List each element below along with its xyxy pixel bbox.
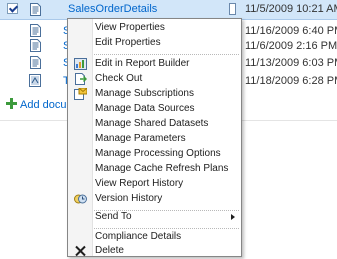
context-menu: View Properties Edit Properties Edit in …	[67, 18, 242, 257]
menu-item-label: Edit in Report Builder	[95, 58, 190, 69]
menu-item-label: Manage Parameters	[95, 133, 186, 144]
report-document-icon	[30, 39, 41, 52]
row-modified: 11/13/2009 6:03 PM	[245, 57, 337, 69]
row-modified: 11/5/2009 10:21 AM	[245, 3, 337, 15]
check-out-icon	[75, 73, 87, 85]
menu-item-manage-data-sources[interactable]: Manage Data Sources	[68, 102, 241, 116]
row-modified: 11/16/2009 6:40 PM	[245, 25, 337, 37]
edit-menu-trigger[interactable]	[229, 3, 236, 15]
menu-item-label: Manage Cache Refresh Plans	[95, 163, 229, 174]
subscriptions-icon	[74, 88, 87, 100]
report-builder-document-icon	[29, 74, 41, 87]
menu-item-manage-cache-refresh-plans[interactable]: Manage Cache Refresh Plans	[68, 162, 241, 176]
row-modified: 11/6/2009 2:16 PM	[245, 40, 337, 52]
menu-item-edit-properties[interactable]: Edit Properties	[68, 36, 241, 50]
menu-item-manage-processing-options[interactable]: Manage Processing Options	[68, 147, 241, 161]
menu-item-label: View Properties	[95, 22, 165, 33]
menu-item-label: Manage Processing Options	[95, 148, 221, 159]
report-document-icon	[30, 3, 41, 16]
menu-item-label: Send To	[95, 211, 132, 222]
menu-item-manage-shared-datasets[interactable]: Manage Shared Datasets	[68, 117, 241, 131]
report-document-icon	[30, 56, 41, 69]
menu-item-manage-subscriptions[interactable]: Manage Subscriptions	[68, 87, 241, 101]
menu-separator	[94, 228, 239, 229]
add-plus-icon	[6, 98, 17, 109]
row-name-link[interactable]: SalesOrderDetails	[68, 3, 157, 15]
menu-item-version-history[interactable]: Version History	[68, 192, 241, 206]
menu-item-label: View Report History	[95, 178, 184, 189]
menu-item-label: Version History	[95, 193, 163, 204]
menu-item-edit-in-report-builder[interactable]: Edit in Report Builder	[68, 57, 241, 71]
delete-x-icon	[75, 245, 86, 257]
menu-item-compliance-details[interactable]: Compliance Details	[68, 230, 241, 244]
menu-item-delete[interactable]: Delete	[68, 244, 241, 258]
row-checkbox[interactable]	[7, 3, 18, 14]
version-history-icon	[74, 194, 87, 204]
menu-item-view-report-history[interactable]: View Report History	[68, 177, 241, 191]
menu-item-label: Delete	[95, 245, 124, 256]
menu-item-send-to[interactable]: Send To	[68, 210, 241, 224]
menu-item-label: Manage Data Sources	[95, 103, 195, 114]
menu-item-view-properties[interactable]: View Properties	[68, 21, 241, 35]
report-builder-icon	[74, 58, 87, 70]
menu-item-check-out[interactable]: Check Out	[68, 72, 241, 86]
report-document-icon	[30, 24, 41, 37]
submenu-arrow-icon	[231, 214, 235, 220]
menu-item-label: Compliance Details	[95, 231, 182, 242]
menu-item-label: Manage Shared Datasets	[95, 118, 209, 129]
menu-item-label: Check Out	[95, 73, 143, 84]
row-modified: 11/18/2009 6:28 PM	[245, 75, 337, 87]
table-row[interactable]: SalesOrderDetails 11/5/2009 10:21 AM	[0, 0, 337, 20]
menu-item-manage-parameters[interactable]: Manage Parameters	[68, 132, 241, 146]
menu-separator	[94, 54, 239, 55]
menu-item-label: Manage Subscriptions	[95, 88, 194, 99]
menu-item-label: Edit Properties	[95, 37, 161, 48]
